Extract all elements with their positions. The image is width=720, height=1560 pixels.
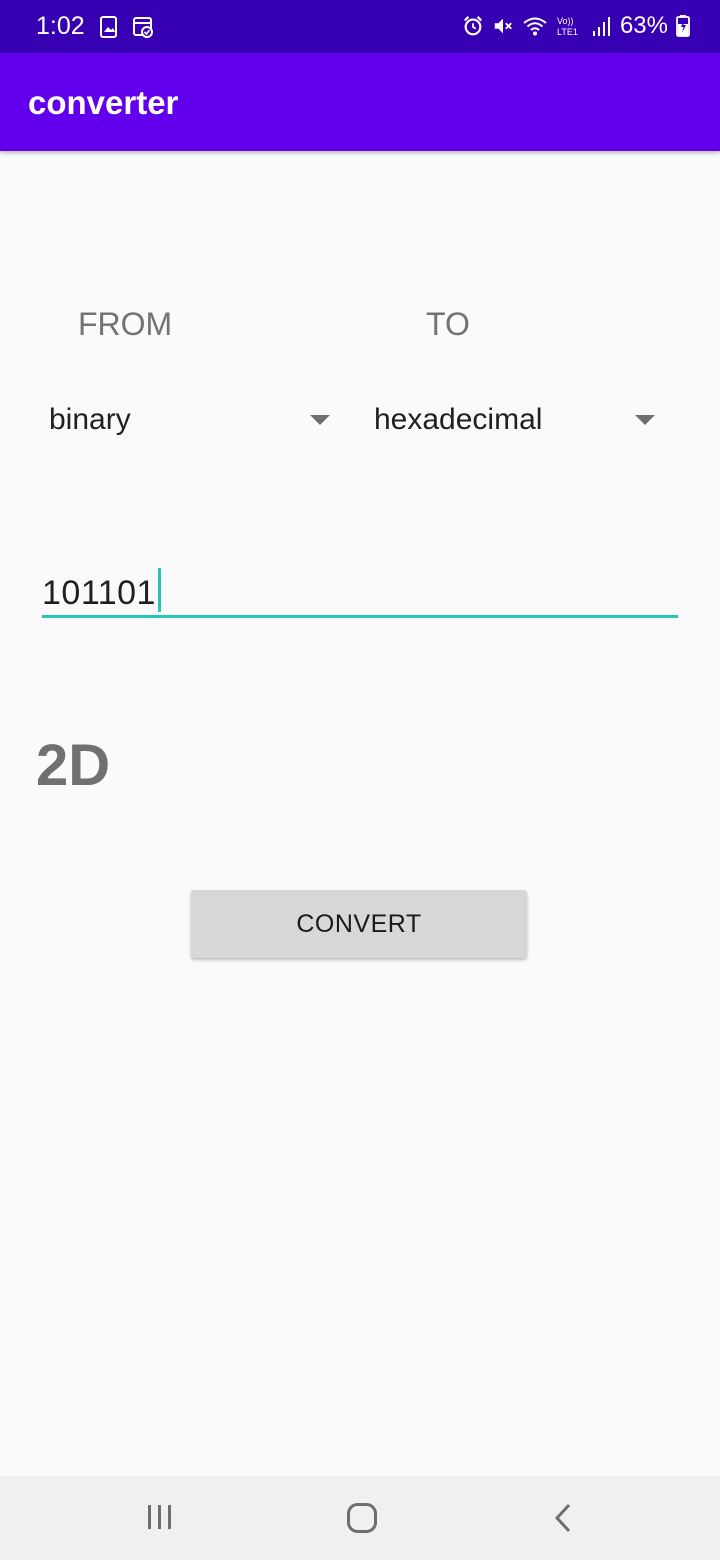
mute-icon bbox=[494, 18, 512, 34]
back-icon[interactable] bbox=[552, 1502, 574, 1534]
number-input-value: 101101 bbox=[42, 574, 156, 612]
number-input[interactable]: 101101 bbox=[42, 560, 678, 618]
to-unit-value: hexadecimal bbox=[374, 403, 543, 436]
status-system-icons: Vo)) LTE1 63% bbox=[462, 12, 690, 40]
svg-text:Vo)): Vo)) bbox=[557, 16, 574, 26]
to-label: TO bbox=[426, 306, 470, 342]
signal-icon bbox=[592, 17, 610, 36]
status-bar: 1:02 Vo)) LTE1 63% bbox=[0, 0, 720, 53]
calendar-check-icon bbox=[133, 17, 153, 38]
battery-percent: 63% bbox=[619, 12, 668, 39]
app-bar: converter bbox=[0, 53, 720, 151]
navigation-bar bbox=[0, 1476, 720, 1560]
wifi-icon bbox=[523, 17, 547, 36]
alarm-icon bbox=[463, 16, 482, 36]
input-underline bbox=[42, 615, 678, 618]
from-unit-spinner[interactable]: binary bbox=[30, 390, 330, 450]
convert-button[interactable]: CONVERT bbox=[191, 890, 527, 958]
status-notification-icons bbox=[98, 15, 154, 39]
app-title: converter bbox=[28, 84, 179, 121]
svg-text:LTE1: LTE1 bbox=[557, 27, 578, 37]
from-unit-value: binary bbox=[49, 403, 131, 436]
battery-charging-icon bbox=[676, 15, 690, 37]
volte-icon: Vo)) LTE1 bbox=[557, 16, 578, 37]
recent-apps-icon[interactable] bbox=[146, 1502, 174, 1532]
result-text: 2D bbox=[36, 733, 111, 798]
to-unit-spinner[interactable]: hexadecimal bbox=[355, 390, 655, 450]
image-notification-icon bbox=[100, 16, 117, 38]
status-time: 1:02 bbox=[36, 12, 85, 40]
text-cursor bbox=[157, 568, 161, 612]
from-label: FROM bbox=[78, 306, 173, 342]
dropdown-arrow-icon bbox=[310, 415, 330, 425]
home-icon[interactable] bbox=[346, 1502, 378, 1534]
dropdown-arrow-icon bbox=[635, 415, 655, 425]
